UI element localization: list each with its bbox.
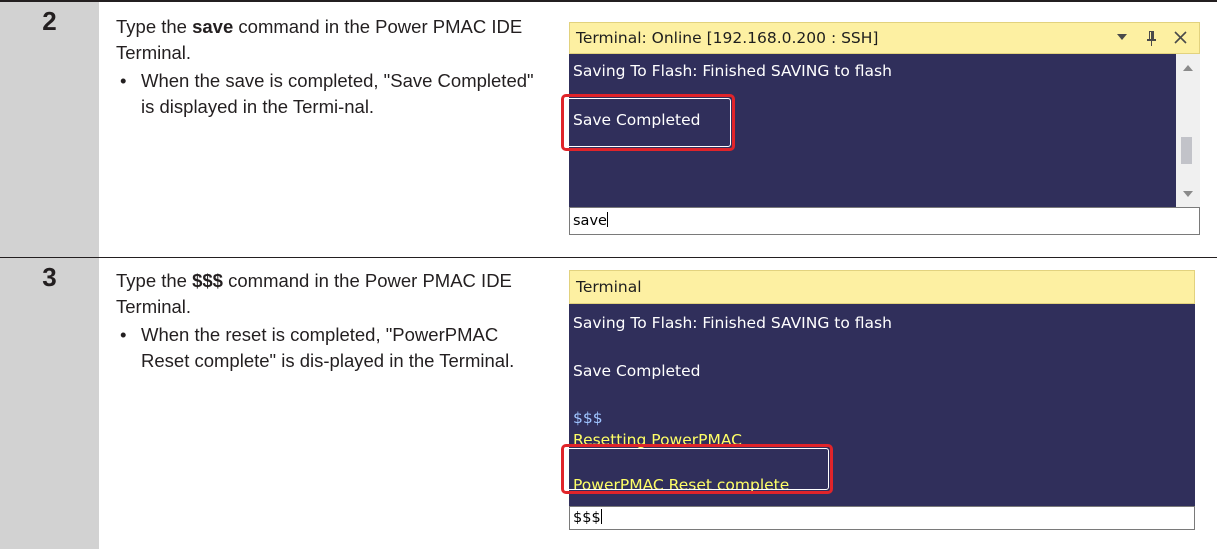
step-2-bullet-text: When the save is completed, "Save Comple… bbox=[141, 70, 534, 117]
step-3-bullet-text: When the reset is completed, "PowerPMAC … bbox=[141, 324, 515, 371]
scroll-down-arrow-icon[interactable] bbox=[1183, 191, 1193, 197]
terminal-title-bar: Terminal: Online [192.168.0.200 : SSH] bbox=[569, 22, 1200, 54]
close-icon[interactable] bbox=[1174, 31, 1187, 44]
scroll-up-arrow-icon[interactable] bbox=[1183, 65, 1193, 71]
terminal-title: Terminal bbox=[576, 278, 642, 296]
step-2-number: 2 bbox=[42, 6, 57, 36]
output-line: Saving To Flash: Finished SAVING to flas… bbox=[573, 62, 892, 80]
text-caret bbox=[606, 212, 608, 227]
step-2-number-cell bbox=[0, 2, 99, 257]
step-2-text-before: Type the bbox=[116, 16, 193, 37]
dropdown-arrow-icon[interactable] bbox=[1117, 34, 1127, 41]
step-2-command: save bbox=[192, 16, 234, 37]
step-3-instruction: Type the $$$ command in the Power PMAC I… bbox=[116, 268, 536, 320]
terminal-title: Terminal: Online [192.168.0.200 : SSH] bbox=[576, 29, 879, 47]
terminal-title-bar: Terminal bbox=[569, 270, 1195, 304]
bullet-icon: • bbox=[120, 324, 127, 345]
table-row-divider bbox=[0, 257, 1217, 258]
terminal-command-input[interactable]: $$$ bbox=[569, 506, 1195, 530]
terminal-command-input[interactable]: save bbox=[569, 207, 1200, 235]
vertical-scrollbar[interactable] bbox=[1176, 54, 1200, 207]
bullet-icon: • bbox=[120, 70, 127, 91]
step-3-bullet: • When the reset is completed, "PowerPMA… bbox=[116, 322, 536, 374]
step-3-number-cell bbox=[0, 258, 99, 549]
step-2-instruction: Type the save command in the Power PMAC … bbox=[116, 14, 536, 66]
terminal-command-value: $$$ bbox=[573, 510, 601, 526]
terminal-command-value: save bbox=[573, 213, 607, 229]
highlight-box-reset-complete bbox=[561, 444, 833, 494]
step-3-text-before: Type the bbox=[116, 270, 193, 291]
command-echo-line: $$$ bbox=[573, 409, 603, 427]
pin-icon[interactable] bbox=[1146, 30, 1157, 46]
table-top-rule bbox=[0, 0, 1217, 2]
step-2-description: Type the save command in the Power PMAC … bbox=[116, 14, 536, 120]
output-line: Save Completed bbox=[573, 362, 701, 380]
output-line: Saving To Flash: Finished SAVING to flas… bbox=[573, 314, 892, 332]
scrollbar-thumb[interactable] bbox=[1181, 137, 1192, 164]
step-3-description: Type the $$$ command in the Power PMAC I… bbox=[116, 268, 536, 374]
highlight-box-save-completed bbox=[561, 94, 735, 151]
step-2-bullet: • When the save is completed, "Save Comp… bbox=[116, 68, 536, 120]
step-3-number: 3 bbox=[42, 262, 57, 292]
text-caret bbox=[600, 509, 602, 524]
step-3-command: $$$ bbox=[192, 270, 223, 291]
